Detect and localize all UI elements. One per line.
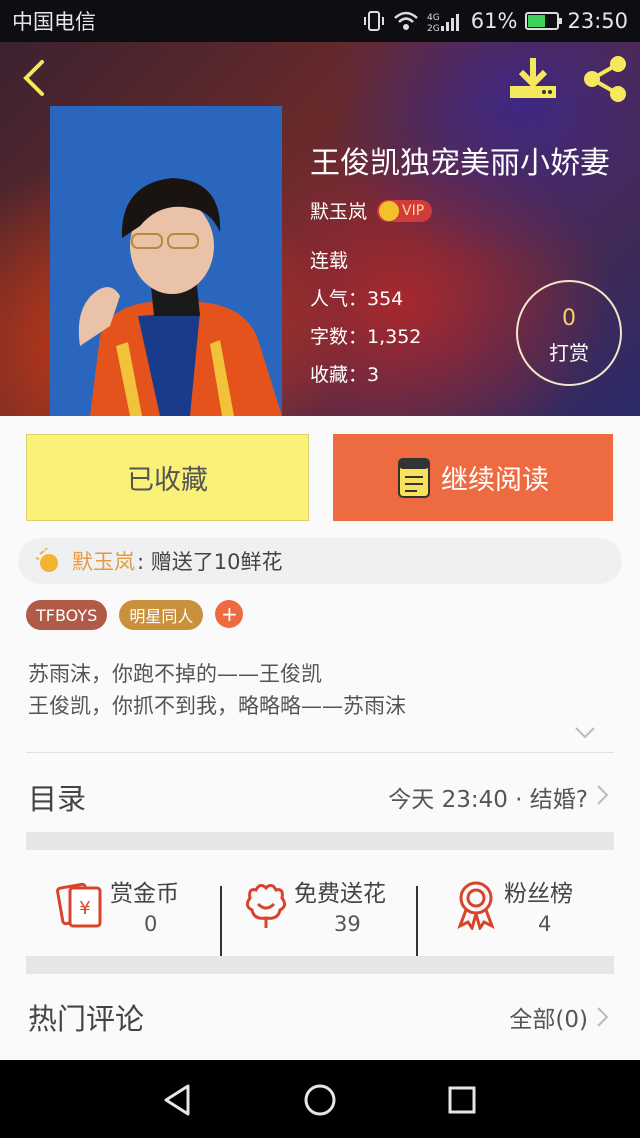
book-icon bbox=[398, 457, 430, 498]
section-separator bbox=[26, 832, 614, 850]
add-tag-button[interactable]: + bbox=[215, 600, 244, 628]
reward-coins-action[interactable]: ¥ 赏金币 0 bbox=[50, 854, 220, 958]
fan-ranking-action[interactable]: 粉丝榜 4 bbox=[446, 854, 616, 958]
all-comments-link[interactable]: 全部(0) bbox=[509, 1000, 588, 1034]
svg-text:¥: ¥ bbox=[79, 898, 90, 919]
battery-percent: 61% bbox=[470, 9, 518, 33]
tip-label: 打赏 bbox=[549, 341, 589, 365]
wifi-icon bbox=[393, 11, 418, 30]
vertical-divider bbox=[220, 886, 222, 956]
status-bar: 中国电信 4G 2G 61% 23:50 bbox=[0, 0, 640, 42]
book-title: 王俊凯独宠美丽小娇妻 bbox=[310, 146, 610, 181]
red-envelope-icon: ¥ bbox=[56, 882, 102, 928]
continue-reading-button[interactable]: 继续阅读 bbox=[333, 434, 613, 521]
back-triangle-icon[interactable] bbox=[158, 1080, 198, 1120]
chevron-right-icon bbox=[597, 1007, 609, 1027]
download-icon[interactable] bbox=[508, 56, 558, 102]
popularity-stat: 人气：354 bbox=[310, 288, 404, 310]
book-summary[interactable]: 苏雨沫，你跑不掉的——王俊凯 王俊凯，你抓不到我，略略略——苏雨沫 bbox=[28, 658, 406, 722]
recents-square-icon[interactable] bbox=[442, 1080, 482, 1120]
flower-gift-icon bbox=[36, 548, 58, 572]
battery-icon bbox=[525, 12, 563, 30]
favorites-stat: 收藏：3 bbox=[310, 364, 380, 386]
table-of-contents-row[interactable]: 目录 今天 23:40 · 结婚? bbox=[0, 754, 640, 834]
continue-reading-label: 继续阅读 bbox=[441, 465, 549, 496]
tip-button[interactable]: 0 打赏 bbox=[516, 280, 622, 386]
signal-icon: 4G2G bbox=[427, 13, 459, 32]
gift-text: : 赠送了10鲜花 bbox=[137, 550, 283, 574]
gift-sender: 默玉岚 bbox=[72, 550, 135, 574]
free-flower-action[interactable]: 免费送花 39 bbox=[238, 854, 416, 958]
flower-icon bbox=[245, 883, 287, 928]
tip-count: 0 bbox=[562, 306, 576, 331]
free-flower-label: 免费送花 bbox=[294, 881, 386, 907]
battery-fill bbox=[528, 15, 546, 27]
book-header: 王俊凯独宠美丽小娇妻 默玉岚 VIP 连载 人气：354 字数：1,352 收藏… bbox=[0, 42, 640, 416]
section-separator bbox=[26, 956, 614, 974]
latest-chapter: 今天 23:40 · 结婚? bbox=[388, 787, 588, 813]
crown-icon bbox=[379, 200, 400, 221]
chevron-down-icon[interactable] bbox=[574, 726, 596, 740]
summary-line-1: 苏雨沫，你跑不掉的——王俊凯 bbox=[28, 662, 322, 686]
svg-text:4G: 4G bbox=[427, 13, 440, 23]
divider bbox=[26, 752, 614, 753]
fan-ranking-label: 粉丝榜 bbox=[504, 881, 573, 907]
book-status: 连载 bbox=[310, 250, 349, 272]
vip-badge: VIP bbox=[377, 199, 433, 222]
medal-icon bbox=[457, 881, 495, 930]
system-nav-bar bbox=[0, 1060, 640, 1138]
gift-banner: 默玉岚 : 赠送了10鲜花 bbox=[18, 538, 622, 584]
share-icon[interactable] bbox=[580, 54, 630, 104]
vip-label: VIP bbox=[402, 202, 425, 219]
hot-comments-row[interactable]: 热门评论 全部(0) bbox=[0, 982, 640, 1060]
fan-ranking-count: 4 bbox=[538, 912, 552, 936]
summary-line-2: 王俊凯，你抓不到我，略略略——苏雨沫 bbox=[28, 694, 406, 718]
tag-celebrity-fanfic[interactable]: 明星同人 bbox=[119, 600, 204, 630]
book-detail-content: 已收藏 继续阅读 默玉岚 : 赠送了10鲜花 TFBOYS 明星同人 + 苏雨沫… bbox=[0, 416, 640, 1060]
clock: 23:50 bbox=[567, 9, 628, 33]
reader-actions: ¥ 赏金币 0 免费送花 39 粉丝榜 4 bbox=[0, 854, 640, 958]
author-row: 默玉岚 VIP bbox=[310, 197, 433, 224]
collected-button[interactable]: 已收藏 bbox=[26, 434, 309, 521]
hot-comments-title: 热门评论 bbox=[28, 1002, 145, 1036]
chevron-right-icon bbox=[597, 785, 609, 805]
vibrate-icon bbox=[363, 11, 384, 31]
status-icons: 4G 2G 61% 23:50 bbox=[363, 9, 628, 33]
carrier-label: 中国电信 bbox=[12, 10, 96, 34]
chevron-left-icon[interactable] bbox=[16, 58, 56, 98]
svg-text:2G: 2G bbox=[427, 24, 440, 32]
home-circle-icon[interactable] bbox=[300, 1080, 340, 1120]
word-count-stat: 字数：1,352 bbox=[310, 326, 422, 348]
tag-tfboys[interactable]: TFBOYS bbox=[26, 600, 108, 630]
vertical-divider bbox=[416, 886, 418, 956]
book-cover-image[interactable] bbox=[50, 106, 282, 416]
reward-coins-label: 赏金币 bbox=[110, 881, 179, 907]
toc-title: 目录 bbox=[28, 782, 87, 816]
tag-list: TFBOYS 明星同人 + bbox=[26, 600, 244, 630]
author-name[interactable]: 默玉岚 bbox=[310, 197, 367, 224]
reward-coins-count: 0 bbox=[144, 912, 158, 936]
free-flower-count: 39 bbox=[334, 912, 361, 936]
